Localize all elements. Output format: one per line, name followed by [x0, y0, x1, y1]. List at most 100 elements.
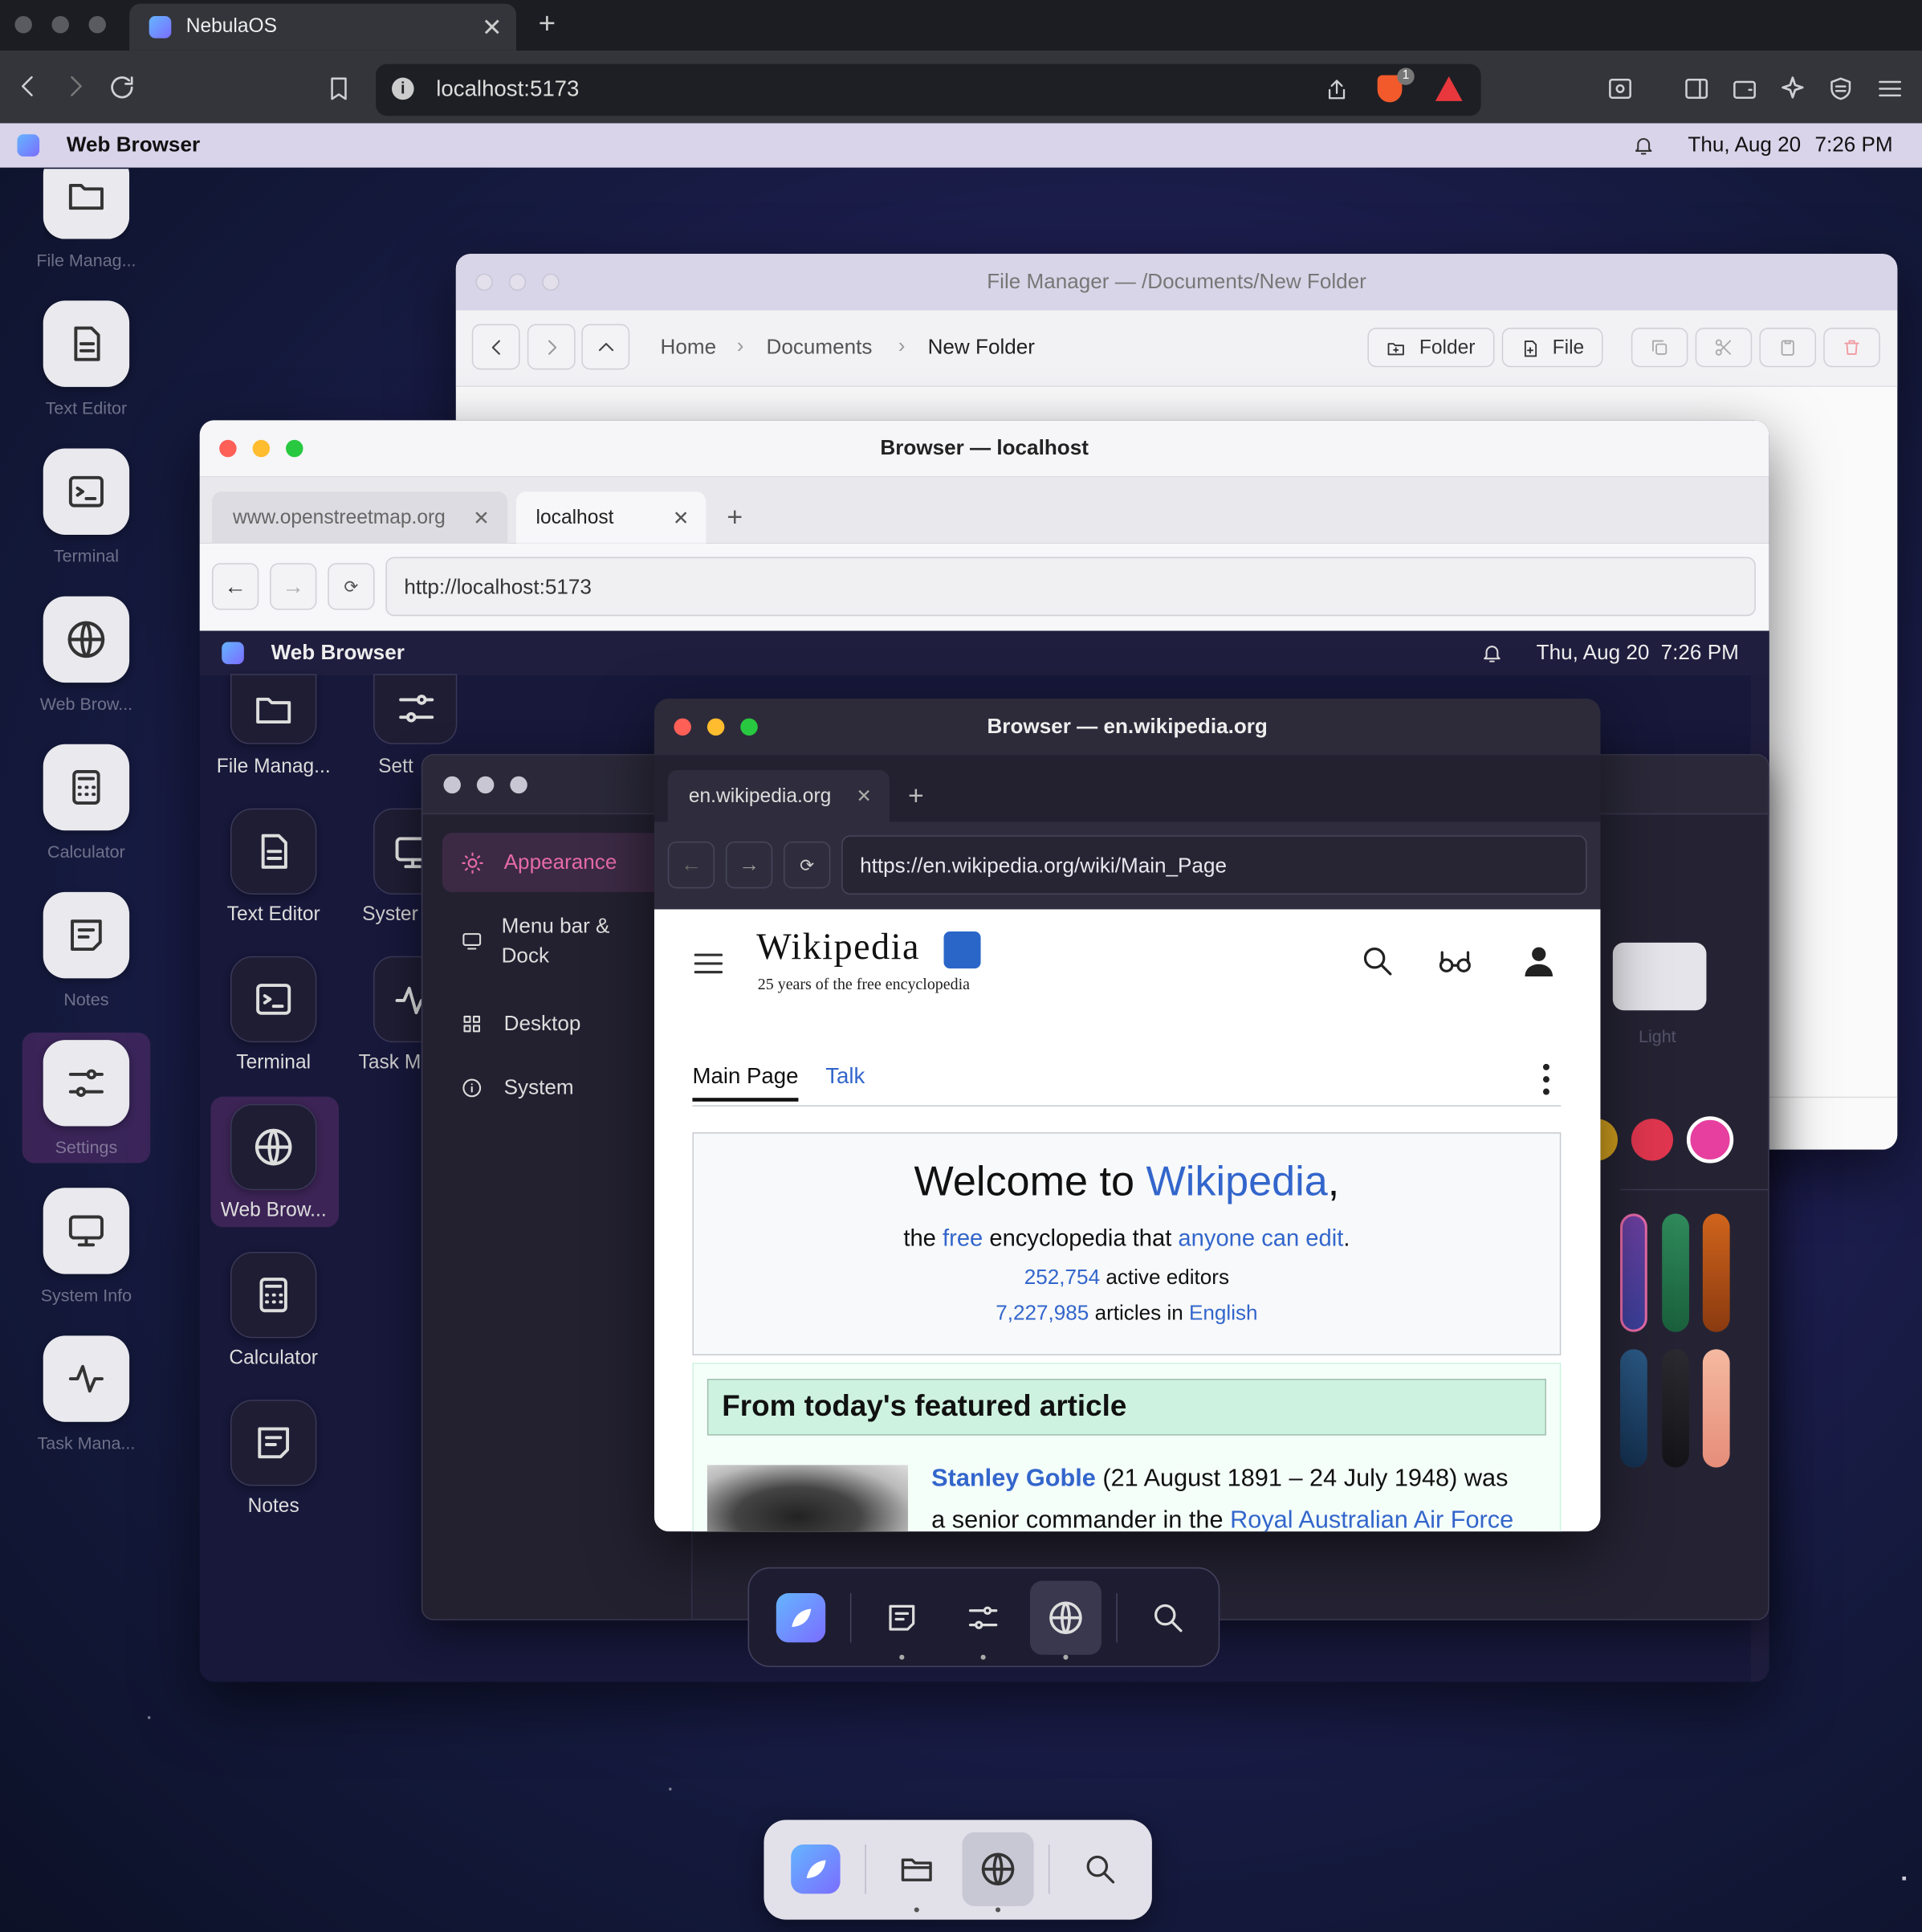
wallpaper-thumb[interactable] — [1620, 1213, 1647, 1332]
inner-icon-terminal[interactable] — [230, 956, 317, 1043]
inner-icon-system-info[interactable] — [373, 808, 430, 895]
forward-icon[interactable] — [62, 73, 89, 100]
breadcrumb-home[interactable]: Home — [661, 335, 717, 360]
wallpaper-thumb[interactable] — [1620, 1349, 1647, 1468]
wallpaper-thumb[interactable] — [1702, 1213, 1730, 1332]
desktop-icon-task-manager[interactable] — [43, 1335, 130, 1422]
dock-file-manager[interactable] — [892, 1844, 941, 1893]
inner-icon-task-manager[interactable] — [373, 956, 430, 1043]
close-tab-icon[interactable]: ✕ — [857, 785, 872, 807]
wikipedia-wordmark[interactable]: Wikipedia — [756, 927, 920, 968]
new-tab-button[interactable]: + — [727, 502, 743, 534]
bell-icon[interactable] — [1632, 134, 1655, 157]
featured-title-link[interactable]: Stanley Goble — [931, 1465, 1096, 1492]
dock-settings[interactable] — [959, 1593, 1008, 1642]
back-icon[interactable] — [14, 73, 42, 100]
bell-icon[interactable] — [1481, 642, 1504, 664]
inner-icon-settings[interactable] — [373, 674, 458, 744]
sidebar-item-system[interactable]: System — [442, 1063, 689, 1112]
wikipedia-link[interactable]: Wikipedia — [1146, 1158, 1328, 1204]
cut-button[interactable] — [1695, 328, 1753, 368]
back-button[interactable]: ← — [211, 563, 259, 610]
reload-icon[interactable] — [108, 73, 137, 103]
url-input[interactable]: https://en.wikipedia.org/wiki/Main_Page — [841, 835, 1587, 895]
browser-tab-active[interactable]: en.wikipedia.org ✕ — [667, 770, 890, 822]
reload-button[interactable]: ⟳ — [784, 842, 831, 889]
reading-glasses-icon[interactable] — [1436, 944, 1473, 978]
breadcrumb-documents[interactable]: Documents — [767, 335, 873, 360]
new-folder-button[interactable]: Folder — [1367, 328, 1495, 368]
breadcrumb-current[interactable]: New Folder — [928, 335, 1035, 360]
new-file-button[interactable]: File — [1501, 328, 1603, 368]
reload-button[interactable]: ⟳ — [328, 563, 375, 610]
site-info-icon[interactable]: i — [392, 77, 414, 100]
anyone-can-edit-link[interactable]: anyone can edit — [1178, 1226, 1343, 1252]
forward-button[interactable] — [527, 324, 576, 370]
browser-tab[interactable]: www.openstreetmap.org ✕ — [211, 491, 508, 544]
desktop-icon-calculator[interactable] — [43, 744, 130, 831]
back-button[interactable] — [471, 324, 520, 370]
forward-button[interactable]: → — [270, 563, 317, 610]
featured-article-image[interactable] — [706, 1465, 909, 1532]
close-tab-icon[interactable]: ✕ — [673, 507, 690, 532]
minimize-window-button[interactable] — [51, 15, 69, 34]
desktop-icon-settings[interactable] — [43, 1040, 130, 1127]
wallpaper-thumb[interactable] — [1662, 1213, 1689, 1332]
sidebar-toggle-icon[interactable] — [1682, 75, 1712, 103]
new-tab-button[interactable]: + — [539, 7, 556, 42]
close-window-button[interactable] — [14, 15, 32, 34]
vpn-shield-icon[interactable] — [1827, 74, 1855, 104]
free-link[interactable]: free — [943, 1226, 983, 1252]
new-tab-button[interactable]: + — [908, 780, 924, 812]
inner-icon-file-manager[interactable] — [230, 674, 317, 744]
raaf-link[interactable]: Royal Australian Air Force — [1230, 1507, 1513, 1532]
url-input[interactable]: http://localhost:5173 — [385, 556, 1756, 617]
sidebar-item-appearance[interactable]: Appearance — [442, 833, 689, 892]
bookmark-icon[interactable] — [325, 74, 352, 104]
inner-icon-text-editor[interactable] — [230, 808, 317, 895]
menu-icon[interactable] — [1875, 75, 1905, 103]
reader-icon[interactable] — [1606, 75, 1635, 103]
dock-notes[interactable] — [878, 1593, 926, 1642]
browser-tab-active[interactable]: localhost ✕ — [516, 491, 706, 544]
hamburger-menu-icon[interactable] — [691, 946, 726, 980]
dock-launcher-icon[interactable] — [791, 1844, 841, 1894]
nebula-logo-icon[interactable] — [222, 642, 244, 665]
dock-web-browser[interactable] — [962, 1832, 1034, 1906]
leo-ai-icon[interactable] — [1777, 74, 1807, 104]
accent-color-red[interactable] — [1631, 1119, 1674, 1161]
address-bar[interactable]: i localhost:5173 1 — [376, 63, 1481, 116]
user-icon[interactable] — [1521, 943, 1558, 980]
back-button[interactable]: ← — [667, 842, 715, 889]
dock-web-browser[interactable] — [1029, 1580, 1101, 1655]
brave-rewards-icon[interactable] — [1435, 76, 1463, 101]
paste-button[interactable] — [1759, 328, 1817, 368]
tab-talk[interactable]: Talk — [825, 1063, 865, 1089]
inner-icon-web-browser[interactable] — [230, 1103, 317, 1191]
dock-search[interactable] — [1143, 1593, 1192, 1642]
up-button[interactable] — [581, 324, 630, 370]
wallpaper-thumb[interactable] — [1662, 1349, 1689, 1468]
editors-count-link[interactable]: 252,754 — [1024, 1266, 1100, 1289]
browser-tab[interactable]: NebulaOS ✕ — [129, 3, 517, 51]
desktop-icon-terminal[interactable] — [43, 448, 130, 535]
sidebar-item-menubar-dock[interactable]: Menu bar & Dock — [442, 911, 689, 980]
search-icon[interactable] — [1360, 944, 1395, 978]
sidebar-item-desktop[interactable]: Desktop — [442, 999, 689, 1048]
desktop-icon-web-browser[interactable] — [43, 596, 130, 683]
accent-color-pink[interactable] — [1686, 1116, 1734, 1164]
delete-button[interactable] — [1823, 328, 1880, 368]
desktop-icon-notes[interactable] — [43, 891, 130, 979]
theme-light-swatch[interactable] — [1612, 942, 1707, 1011]
desktop-icon-system-info[interactable] — [43, 1188, 130, 1274]
nebula-logo-icon[interactable] — [17, 134, 40, 157]
more-options-icon[interactable] — [1541, 1062, 1551, 1097]
share-icon[interactable] — [1325, 76, 1350, 104]
articles-count-link[interactable]: 7,227,985 — [996, 1301, 1089, 1324]
tab-main-page[interactable]: Main Page — [692, 1063, 799, 1102]
close-tab-icon[interactable]: ✕ — [482, 12, 503, 43]
forward-button[interactable]: → — [725, 842, 773, 889]
english-link[interactable]: English — [1189, 1301, 1258, 1324]
wallet-icon[interactable] — [1730, 75, 1760, 103]
maximize-window-button[interactable] — [88, 15, 106, 34]
